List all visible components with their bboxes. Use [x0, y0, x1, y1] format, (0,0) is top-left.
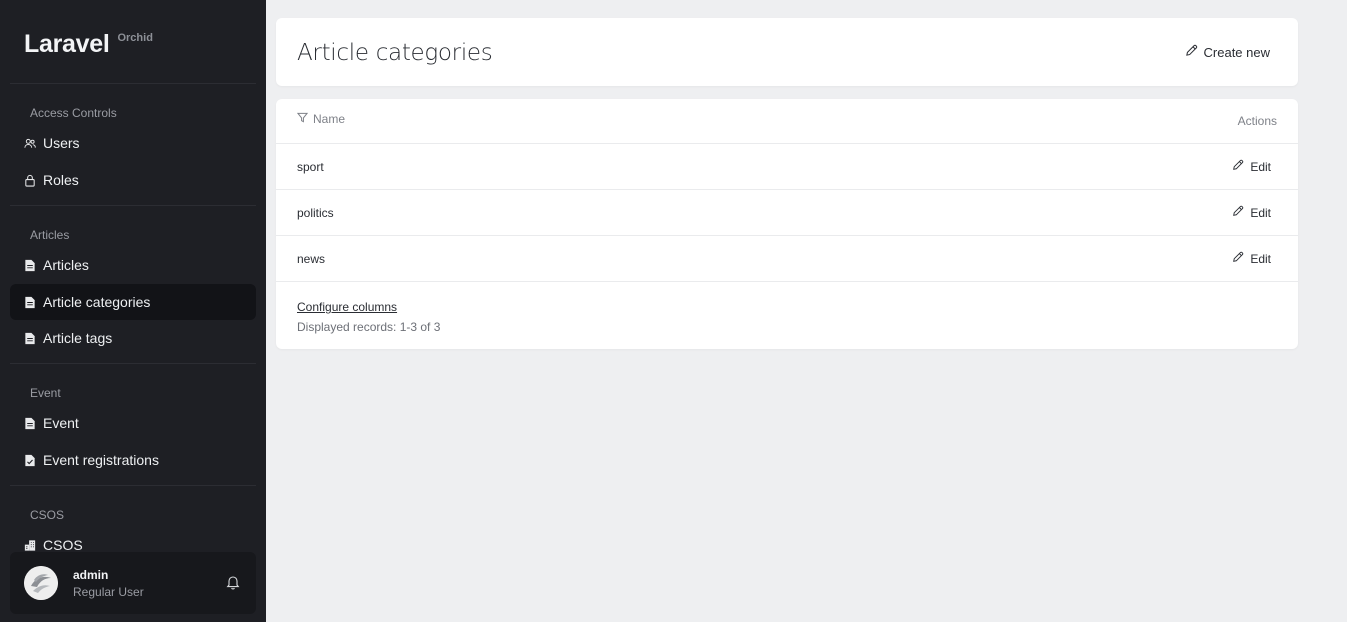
document-icon [24, 416, 36, 430]
sidebar-item-label: Roles [43, 172, 79, 188]
sidebar-item-articles[interactable]: Articles [10, 247, 256, 283]
sidebar-item-roles[interactable]: Roles [10, 162, 256, 198]
table-row: sport Edit [276, 144, 1298, 190]
building-icon [24, 538, 36, 552]
sidebar-divider [10, 363, 256, 364]
sidebar-item-label: Article categories [43, 294, 151, 310]
category-name: news [297, 252, 326, 266]
section-title-event: Event [30, 386, 61, 400]
column-header-actions: Actions [1237, 114, 1277, 128]
document-icon [24, 295, 36, 309]
section-title-csos: CSOS [30, 508, 65, 522]
users-icon [24, 136, 36, 150]
sidebar-item-label: Users [43, 135, 80, 151]
brand-subtitle: Orchid [117, 32, 153, 44]
pencil-icon [1232, 251, 1250, 266]
section-title-articles: Articles [30, 228, 70, 242]
category-name: sport [297, 160, 324, 174]
records-count: Displayed records: 1-3 of 3 [297, 320, 441, 334]
sidebar-item-event[interactable]: Event [10, 405, 256, 441]
document-icon [24, 331, 36, 345]
categories-table: Name Actions sport Edit politics Edit ne… [276, 99, 1298, 349]
create-new-button[interactable]: Create new [1185, 44, 1270, 60]
user-name: admin [73, 567, 109, 582]
pencil-icon [1232, 205, 1250, 220]
sidebar-item-users[interactable]: Users [10, 125, 256, 161]
sidebar-item-event-registrations[interactable]: Event registrations [10, 442, 256, 478]
brand-name: Laravel [24, 30, 110, 58]
sidebar-item-label: Event registrations [43, 452, 159, 468]
sidebar-item-article-tags[interactable]: Article tags [10, 320, 256, 356]
configure-columns-link[interactable]: Configure columns [297, 300, 397, 314]
edit-label: Edit [1250, 205, 1271, 220]
sidebar-item-label: Event [43, 415, 79, 431]
edit-label: Edit [1250, 159, 1271, 174]
table-row: news Edit [276, 236, 1298, 282]
page-header: Article categories Create new [276, 18, 1298, 86]
sidebar-divider [10, 485, 256, 486]
document-check-icon [24, 453, 36, 467]
filter-icon [296, 112, 313, 126]
avatar-swirl-icon [24, 566, 58, 600]
sidebar-divider [10, 83, 256, 84]
pencil-icon [1232, 159, 1250, 174]
table-row: politics Edit [276, 190, 1298, 236]
edit-button[interactable]: Edit [1232, 251, 1271, 266]
pencil-icon [1185, 44, 1204, 60]
sidebar-item-label: Articles [43, 257, 89, 273]
user-role: Regular User [73, 584, 144, 599]
sidebar: Laravel Orchid Access Controls Users Rol… [0, 0, 266, 622]
brand-logo[interactable]: Laravel Orchid [24, 30, 153, 59]
sidebar-item-label: CSOS [43, 537, 83, 553]
column-header-name[interactable]: Name [296, 112, 346, 126]
create-new-label: Create new [1203, 44, 1270, 60]
bell-icon[interactable] [226, 574, 240, 590]
table-header: Name Actions [276, 99, 1298, 144]
edit-button[interactable]: Edit [1232, 205, 1271, 220]
category-name: politics [297, 206, 334, 220]
sidebar-item-label: Article tags [43, 330, 113, 346]
edit-button[interactable]: Edit [1232, 159, 1271, 174]
sidebar-item-article-categories[interactable]: Article categories [10, 284, 256, 320]
lock-icon [24, 173, 36, 187]
sidebar-divider [10, 205, 256, 206]
user-profile-card[interactable]: admin Regular User [10, 552, 256, 614]
column-header-name-label: Name [313, 112, 346, 126]
document-icon [24, 258, 36, 272]
edit-label: Edit [1250, 251, 1271, 266]
section-title-access-controls: Access Controls [30, 106, 117, 120]
page-title: Article categories [297, 40, 493, 66]
avatar [24, 566, 58, 600]
